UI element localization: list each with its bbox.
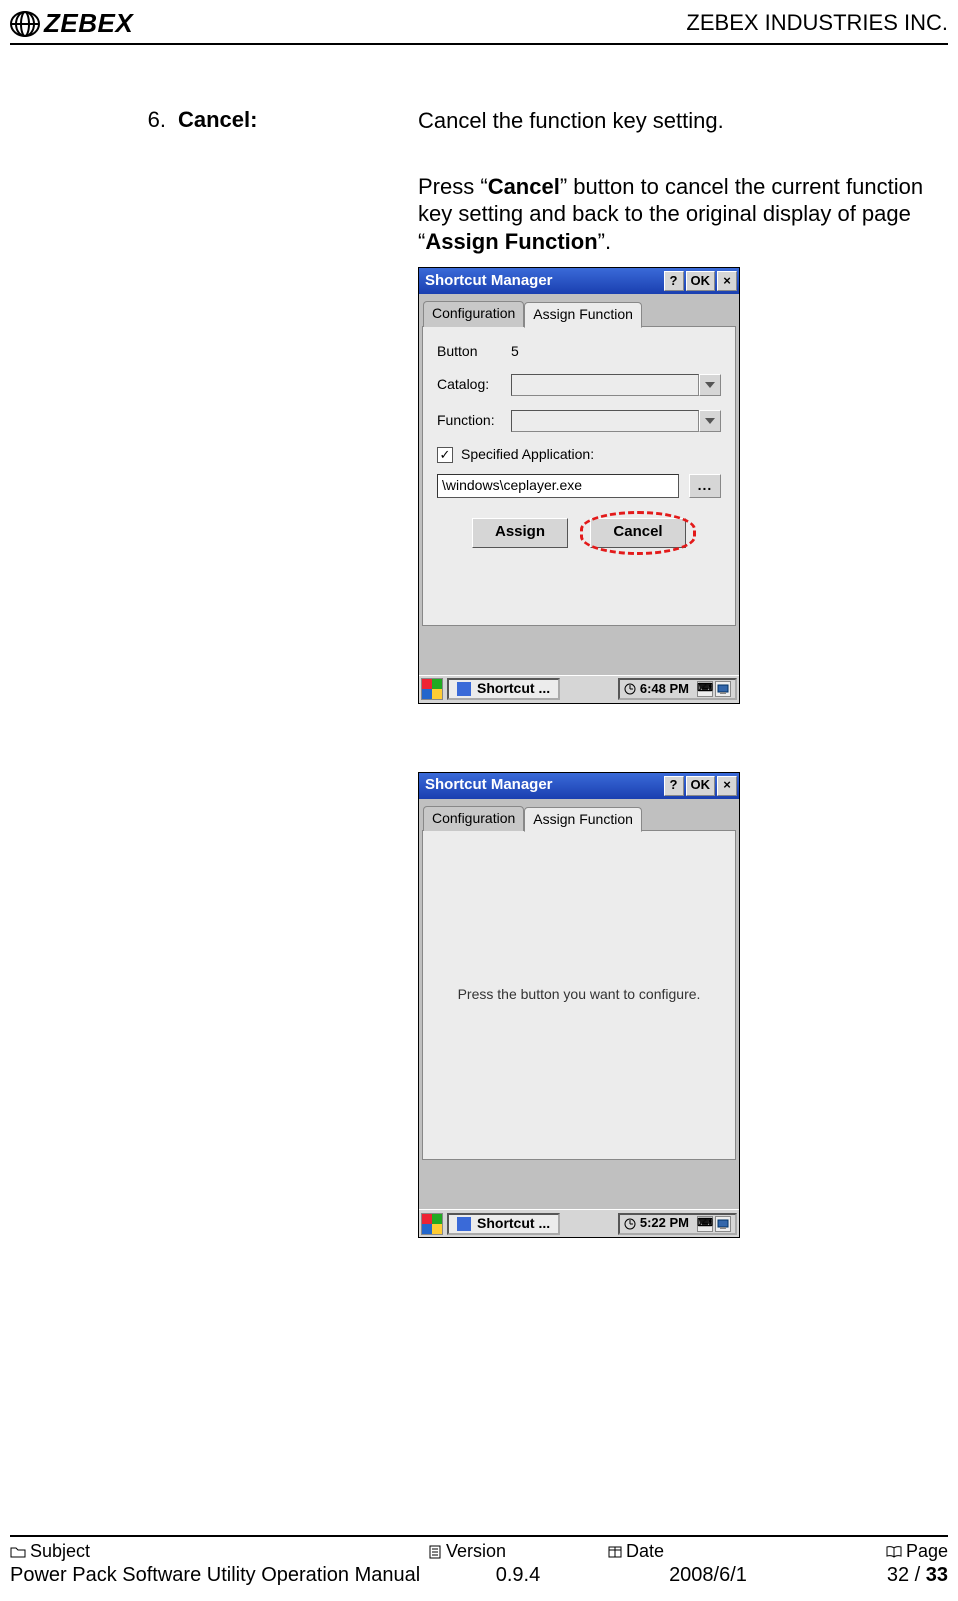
- footer-version: 0.9.4: [428, 1564, 608, 1587]
- catalog-combo[interactable]: [511, 374, 721, 396]
- titlebar: Shortcut Manager ? OK ×: [419, 268, 739, 294]
- function-row: Function:: [437, 410, 721, 432]
- keyboard-icon[interactable]: ⌨: [697, 681, 713, 697]
- cancel-button-highlight: Cancel: [590, 518, 686, 548]
- ok-button[interactable]: OK: [686, 271, 716, 291]
- logo-icon: [10, 11, 40, 37]
- taskbar-app[interactable]: Shortcut ...: [447, 1213, 560, 1235]
- function-label: Function:: [437, 412, 501, 430]
- chevron-down-icon[interactable]: [699, 374, 721, 396]
- screenshot-shortcut-manager-prompt: Shortcut Manager ? OK × Configuration As…: [418, 772, 740, 1239]
- browse-button[interactable]: ...: [689, 474, 721, 498]
- specified-app-label: Specified Application:: [461, 446, 594, 464]
- clock-icon: [624, 683, 636, 695]
- keyboard-icon[interactable]: ⌨: [697, 1216, 713, 1232]
- logo-text: ZEBEX: [44, 8, 133, 39]
- taskbar: Shortcut ... 5:22 PM ⌨: [419, 1209, 739, 1237]
- footer-h-page: Page: [808, 1541, 948, 1562]
- clock: 6:48 PM: [640, 681, 689, 697]
- document-footer: Subject Version Date Page Power Pack Sof…: [10, 1535, 948, 1587]
- clock-icon: [624, 1218, 636, 1230]
- section-description: Cancel the function key setting. Press “…: [418, 107, 948, 1238]
- ok-button[interactable]: OK: [686, 776, 716, 796]
- footer-h-subject: Subject: [10, 1541, 428, 1562]
- titlebar: Shortcut Manager ? OK ×: [419, 773, 739, 799]
- panel-prompt: Press the button you want to configure.: [422, 830, 736, 1160]
- footer-page: 32 / 33: [808, 1564, 948, 1587]
- desktop-icon[interactable]: [715, 1216, 731, 1232]
- assign-button[interactable]: Assign: [472, 518, 568, 548]
- section-number: 6.: [10, 107, 178, 133]
- close-button[interactable]: ×: [717, 776, 737, 796]
- desc-line-1: Cancel the function key setting.: [418, 107, 948, 135]
- catalog-row: Catalog:: [437, 374, 721, 396]
- gap: [419, 1163, 739, 1209]
- button-label: Button: [437, 343, 501, 361]
- prompt-text: Press the button you want to configure.: [458, 986, 701, 1004]
- start-button[interactable]: [421, 1213, 443, 1235]
- footer-h-version: Version: [428, 1541, 608, 1562]
- footer-subject: Power Pack Software Utility Operation Ma…: [10, 1564, 428, 1587]
- system-tray[interactable]: 6:48 PM ⌨: [618, 678, 737, 700]
- tab-configuration[interactable]: Configuration: [423, 301, 524, 327]
- company-name: ZEBEX INDUSTRIES INC.: [686, 8, 948, 36]
- function-input[interactable]: [511, 410, 699, 432]
- tab-assign-function[interactable]: Assign Function: [524, 807, 642, 833]
- help-button[interactable]: ?: [664, 271, 684, 291]
- chevron-down-icon[interactable]: [699, 410, 721, 432]
- button-row: Button 5: [437, 343, 721, 361]
- start-button[interactable]: [421, 678, 443, 700]
- book-icon: [886, 1545, 902, 1558]
- footer-date: 2008/6/1: [608, 1564, 808, 1587]
- window-title: Shortcut Manager: [425, 776, 662, 795]
- gap: [419, 629, 739, 675]
- help-button[interactable]: ?: [664, 776, 684, 796]
- spacer: [418, 704, 948, 760]
- tabs: Configuration Assign Function: [419, 294, 739, 326]
- tab-configuration[interactable]: Configuration: [423, 806, 524, 832]
- app-path-row: \windows\ceplayer.exe ...: [437, 474, 721, 498]
- cancel-button[interactable]: Cancel: [590, 518, 686, 548]
- function-combo[interactable]: [511, 410, 721, 432]
- document-header: ZEBEX ZEBEX INDUSTRIES INC.: [10, 8, 948, 45]
- section-row: 6. Cancel: Cancel the function key setti…: [10, 107, 948, 1238]
- document-icon: [428, 1545, 442, 1559]
- button-number: 5: [511, 343, 519, 361]
- clock: 5:22 PM: [640, 1215, 689, 1231]
- section-label: Cancel:: [178, 107, 418, 133]
- catalog-input[interactable]: [511, 374, 699, 396]
- panel-assign: Button 5 Catalog: Function:: [422, 326, 736, 626]
- button-row-actions: Assign Cancel: [437, 518, 721, 548]
- tabs: Configuration Assign Function: [419, 799, 739, 831]
- catalog-label: Catalog:: [437, 376, 501, 394]
- footer-h-date: Date: [608, 1541, 808, 1562]
- window-title: Shortcut Manager: [425, 272, 662, 291]
- tab-assign-function[interactable]: Assign Function: [524, 302, 642, 328]
- tray-icons: ⌨: [697, 681, 731, 697]
- screenshot-shortcut-manager-assign: Shortcut Manager ? OK × Configuration As…: [418, 267, 740, 704]
- taskbar: Shortcut ... 6:48 PM ⌨: [419, 675, 739, 703]
- taskbar-app[interactable]: Shortcut ...: [447, 678, 560, 700]
- logo: ZEBEX: [10, 8, 133, 39]
- folder-icon: [10, 1545, 26, 1558]
- desktop-icon[interactable]: [715, 681, 731, 697]
- close-button[interactable]: ×: [717, 271, 737, 291]
- desc-para-2: Press “Cancel” button to cancel the curr…: [418, 173, 948, 256]
- app-icon: [457, 682, 471, 696]
- specified-app-checkbox[interactable]: ✓: [437, 447, 453, 463]
- app-path-input[interactable]: \windows\ceplayer.exe: [437, 474, 679, 498]
- calendar-icon: [608, 1545, 622, 1558]
- system-tray[interactable]: 5:22 PM ⌨: [618, 1213, 737, 1235]
- app-icon: [457, 1217, 471, 1231]
- tray-icons: ⌨: [697, 1216, 731, 1232]
- specified-app-row: ✓ Specified Application:: [437, 446, 721, 464]
